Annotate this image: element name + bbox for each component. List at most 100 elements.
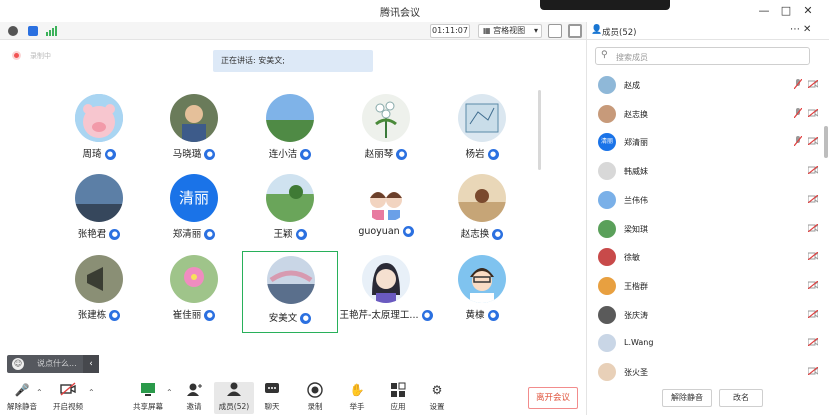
member-avatar [598, 104, 616, 123]
participant-tile[interactable]: 黄棣 ● [434, 255, 530, 335]
unmute-button[interactable]: 🎤 解除静音 [2, 382, 42, 414]
participant-tile[interactable]: 连小洁 ● [242, 94, 338, 174]
participant-tile[interactable]: 清丽 郑清丽 ● [146, 174, 242, 254]
participant-tile[interactable]: 赵丽琴 ● [338, 94, 434, 174]
member-name: 王楷群 [624, 281, 648, 291]
recording-label: 录制中 [30, 52, 51, 60]
participant-tile[interactable]: guoyuan ● [338, 174, 434, 254]
member-row[interactable]: 赵志换 [587, 101, 823, 129]
start-video-button[interactable]: 开启视频 [48, 382, 88, 414]
chevron-up-icon[interactable]: ⌃ [36, 388, 43, 397]
member-name: 赵志换 [624, 109, 648, 119]
participant-tile[interactable]: 马晓璐 ● [146, 94, 242, 174]
grid-scrollbar[interactable] [538, 90, 541, 170]
apps-button[interactable]: 应用 [378, 382, 418, 414]
member-row[interactable]: 韩威妹 [587, 158, 823, 186]
settings-icon: ⚙ [431, 383, 443, 397]
participant-avatar [458, 174, 506, 222]
close-icon[interactable]: ✕ [800, 3, 816, 19]
app-window: 腾讯会议 — □ ✕ 01:11:07 ▦ 宫格视图 ▾ 录制中 正在讲话: 安… [0, 0, 829, 415]
member-search-input[interactable]: ⚲ 搜索成员 [595, 47, 810, 65]
camera-off-icon [808, 252, 818, 261]
member-row[interactable]: 清丽 郑清丽 [587, 129, 823, 157]
mic-muted-icon [794, 79, 802, 89]
participant-tile[interactable]: 杨岩 ● [434, 94, 530, 174]
chevron-up-icon[interactable]: ⌃ [166, 388, 173, 397]
mic-icon: ● [300, 149, 312, 160]
participant-tile-active[interactable]: 安美文 ● [242, 251, 338, 333]
maximize-icon[interactable]: □ [778, 3, 794, 19]
member-avatar [598, 76, 616, 94]
rename-button[interactable]: 改名 [719, 389, 763, 407]
participant-avatar [170, 255, 218, 303]
members-panel-header: 👤 成员(52) ⋯ ✕ [587, 22, 829, 40]
window-title: 腾讯会议 [380, 8, 420, 19]
share-screen-button[interactable]: 共享屏幕 [128, 382, 168, 414]
member-avatar [598, 334, 616, 353]
members-panel: 👤 成员(52) ⋯ ✕ ⚲ 搜索成员 赵成赵志换清丽 郑清丽 韩威妹 兰伟伟 梁知琪徐… [586, 22, 829, 415]
participant-tile[interactable]: 周琦 ● [51, 94, 147, 174]
layout-icon[interactable] [568, 24, 582, 38]
participant-avatar [266, 94, 314, 142]
member-row[interactable]: L.Wang [587, 330, 823, 358]
member-row[interactable]: 张火圣 [587, 359, 823, 387]
mic-icon: ● [104, 149, 116, 160]
chat-button[interactable]: 聊天 [252, 382, 292, 414]
participant-tile[interactable]: 王艳芹-太原理工... ● [338, 255, 434, 335]
view-mode-select[interactable]: ▦ 宫格视图 ▾ [478, 24, 542, 38]
chevron-down-icon: ▾ [533, 26, 538, 35]
camera-off-icon [808, 137, 818, 146]
record-button[interactable]: 录制 [295, 382, 335, 414]
mic-icon: ● [300, 313, 312, 324]
meeting-toolbar: 🎤 解除静音 ⌃ 开启视频 ⌃ 共享屏幕 ⌃ 邀请 成员(52) 聊天 录制 ✋… [0, 378, 586, 415]
member-row[interactable]: 徐敏 [587, 244, 823, 272]
grid-icon: ▦ [483, 26, 491, 35]
member-name: 张火圣 [624, 368, 648, 377]
leave-meeting-button[interactable]: 离开会议 [528, 387, 578, 409]
participant-tile[interactable]: 张艳君 ● [51, 174, 147, 254]
participant-avatar [362, 174, 410, 222]
shield-icon[interactable] [28, 26, 38, 36]
raise-hand-button[interactable]: ✋ 举手 [337, 382, 377, 414]
participant-avatar [362, 94, 410, 142]
settings-button[interactable]: ⚙ 设置 [417, 382, 457, 414]
invite-button[interactable]: 邀请 [174, 382, 214, 414]
member-avatar [598, 219, 616, 238]
chat-input[interactable]: ☺ 说点什么... ‹ [7, 355, 99, 373]
participant-tile[interactable]: 王颖 ● [242, 174, 338, 254]
member-avatar [598, 190, 616, 209]
more-icon[interactable]: ⋯ [790, 24, 800, 35]
meeting-info-bar: 01:11:07 ▦ 宫格视图 ▾ [0, 22, 586, 40]
participant-tile[interactable]: 张建栋 ● [51, 255, 147, 335]
participant-name: 郑清丽 [172, 229, 202, 240]
mic-icon: ● [295, 229, 307, 240]
member-row[interactable]: 梁知琪 [587, 216, 823, 244]
participant-name: 王艳芹-太原理工... [339, 310, 419, 321]
emoji-icon[interactable]: ☺ [12, 358, 24, 370]
signal-icon[interactable] [46, 25, 58, 36]
unmute-all-button[interactable]: 解除静音 [662, 389, 712, 407]
fullscreen-icon[interactable] [548, 24, 562, 38]
member-row[interactable]: 王楷群 [587, 273, 823, 301]
minimize-icon[interactable]: — [756, 3, 772, 19]
participant-tile[interactable]: 赵志换 ● [434, 174, 530, 254]
participant-avatar [267, 256, 315, 304]
member-list-scrollbar[interactable] [824, 126, 828, 158]
member-avatar [598, 248, 616, 267]
chevron-up-icon[interactable]: ⌃ [88, 388, 95, 397]
member-avatar: 清丽 [598, 133, 616, 152]
participant-name: 赵丽琴 [364, 149, 394, 160]
mic-muted-icon [794, 136, 802, 147]
info-icon[interactable] [8, 26, 18, 36]
close-icon[interactable]: ✕ [803, 24, 811, 35]
members-button[interactable]: 成员(52) [214, 382, 254, 414]
member-row[interactable]: 兰伟伟 [587, 187, 823, 215]
participant-tile[interactable]: 崔佳丽 ● [146, 255, 242, 335]
member-row[interactable]: 张庆涛 [587, 302, 823, 330]
share-screen-icon [140, 382, 156, 398]
camera-off-icon [808, 280, 818, 289]
member-row[interactable]: 赵成 [587, 72, 823, 100]
chevron-left-icon[interactable]: ‹ [83, 355, 99, 373]
mic-icon: ● [109, 310, 121, 321]
mic-icon: ● [492, 229, 504, 240]
